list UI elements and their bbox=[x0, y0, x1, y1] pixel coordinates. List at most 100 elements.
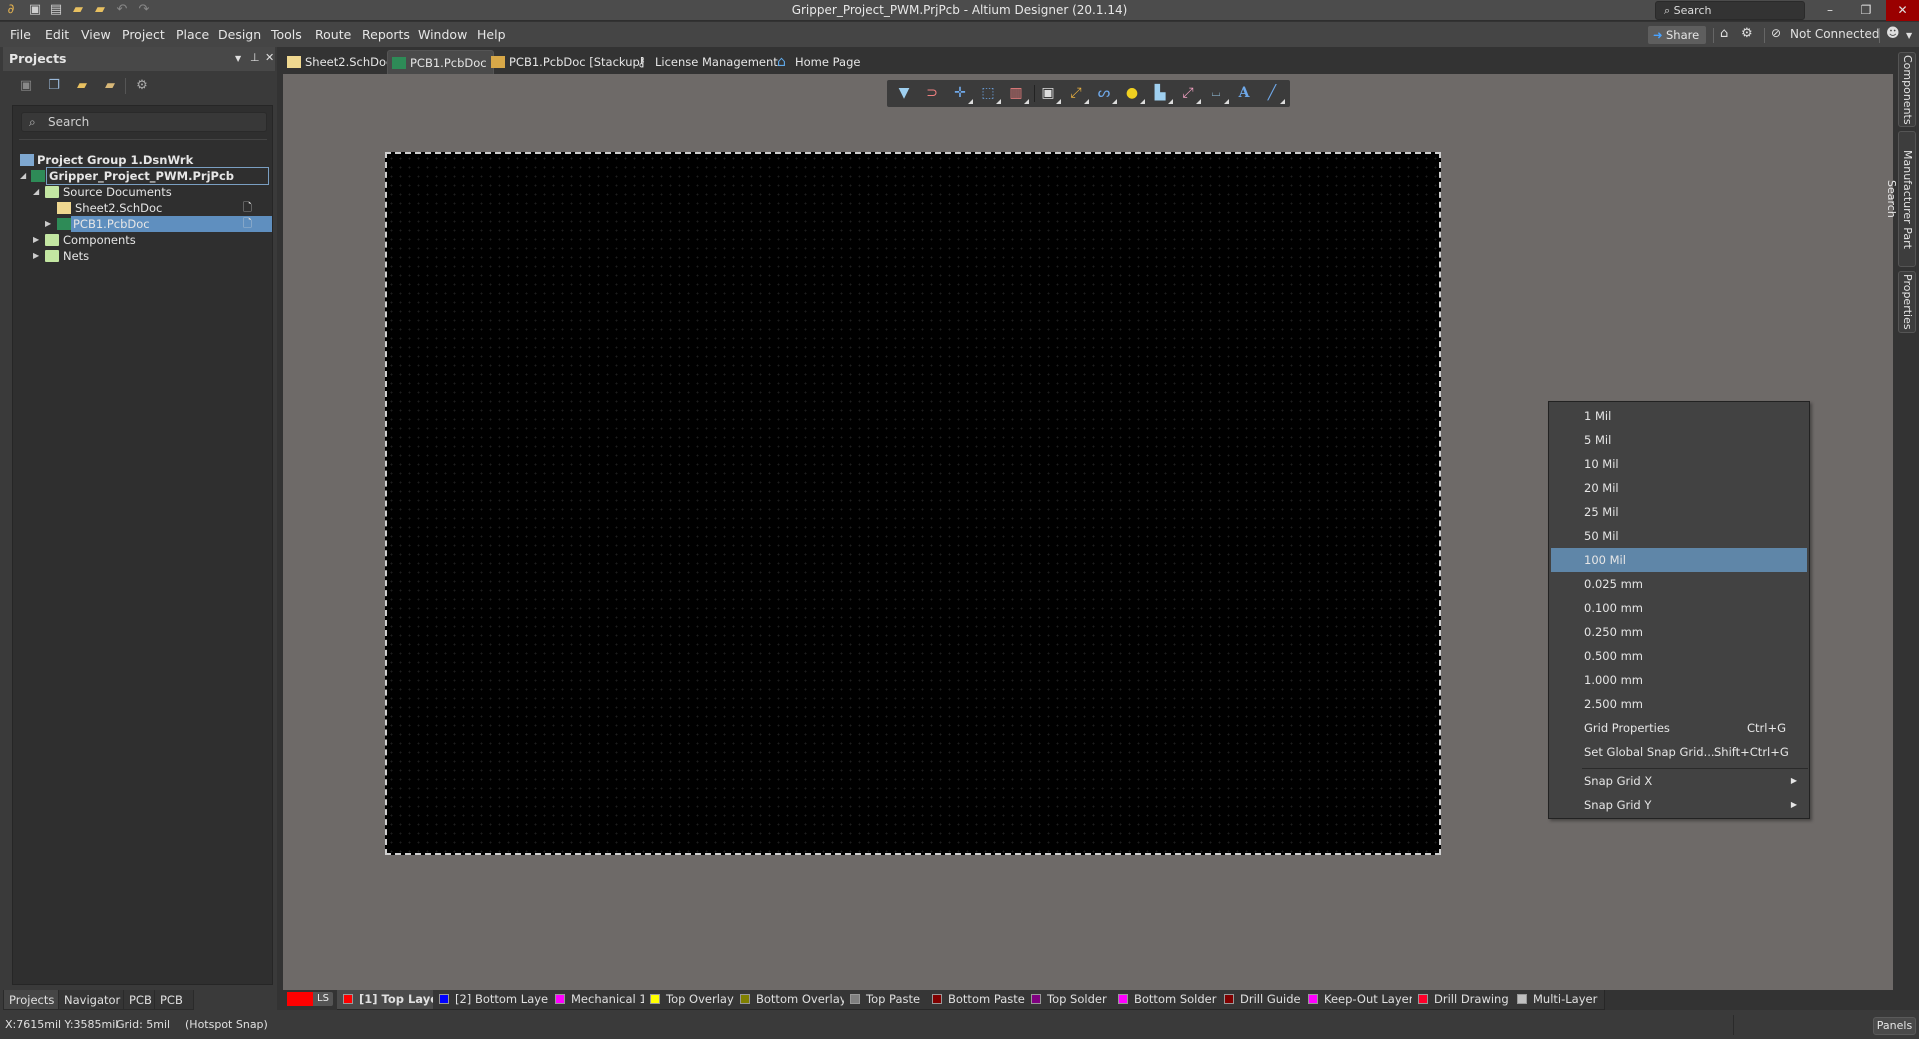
menu-item-snap-grid-x[interactable]: Snap Grid X ▶ bbox=[1551, 769, 1807, 793]
polygon-icon[interactable]: ▙ bbox=[1149, 83, 1173, 104]
menu-tools[interactable]: Tools bbox=[271, 27, 302, 42]
menu-file[interactable]: File bbox=[10, 27, 31, 42]
minimize-button[interactable]: – bbox=[1815, 0, 1845, 21]
menu-item-0-025-mm[interactable]: 0.025 mm bbox=[1551, 572, 1807, 596]
layer-tab-bottom-paste[interactable]: Bottom Paste bbox=[926, 990, 1033, 1010]
menu-place[interactable]: Place bbox=[176, 27, 209, 42]
interactive-routing-magnet-icon[interactable]: ⊃ bbox=[921, 83, 943, 103]
tab-navigator[interactable]: Navigator bbox=[58, 990, 127, 1010]
collapse-arrow-icon[interactable]: ◢ bbox=[33, 184, 39, 200]
layer-tab-top-overlay[interactable]: Top Overlay bbox=[644, 990, 742, 1010]
tab-sheet2-schdoc[interactable]: Sheet2.SchDoc bbox=[283, 50, 398, 74]
folder-settings-icon[interactable]: ▰ bbox=[102, 78, 118, 94]
layer-tab-top-paste[interactable]: Top Paste bbox=[844, 990, 929, 1010]
menu-item-1-mil[interactable]: 1 Mil bbox=[1551, 404, 1807, 428]
tab-manufacturer-part-search[interactable]: Manufacturer Part Search bbox=[1885, 131, 1916, 267]
tab-license-management[interactable]: ⚷ License Management bbox=[633, 50, 784, 74]
folder-search-icon[interactable]: ▰ bbox=[74, 78, 90, 94]
route-diff-pair-icon[interactable]: ⤢ bbox=[1177, 83, 1201, 104]
menu-item-25-mil[interactable]: 25 Mil bbox=[1551, 500, 1807, 524]
restore-button[interactable]: ❐ bbox=[1851, 0, 1881, 21]
menu-help[interactable]: Help bbox=[477, 27, 506, 42]
tab-properties[interactable]: Properties bbox=[1898, 271, 1916, 333]
global-search-input[interactable]: ⌕ Search bbox=[1655, 1, 1805, 20]
align-icon[interactable]: ▥ bbox=[1005, 83, 1029, 104]
layer-tab-top-solder[interactable]: Top Solder bbox=[1025, 990, 1115, 1010]
menu-item-1-000-mm[interactable]: 1.000 mm bbox=[1551, 668, 1807, 692]
connection-status[interactable]: Not Connected bbox=[1790, 27, 1879, 41]
pcb-board-outline[interactable] bbox=[385, 152, 1441, 855]
expand-arrow-icon[interactable]: ▶ bbox=[45, 216, 51, 232]
layer-tab-bottom-overlay[interactable]: Bottom Overlay bbox=[734, 990, 855, 1010]
menu-item-20-mil[interactable]: 20 Mil bbox=[1551, 476, 1807, 500]
layer-tab-mechanical-1[interactable]: Mechanical 1 bbox=[549, 990, 655, 1010]
gear-icon[interactable]: ⚙ bbox=[134, 78, 150, 94]
layer-set-button[interactable]: LS bbox=[313, 992, 333, 1006]
place-component-icon[interactable]: ▣ bbox=[1037, 83, 1061, 104]
menu-item-0-500-mm[interactable]: 0.500 mm bbox=[1551, 644, 1807, 668]
menu-reports[interactable]: Reports bbox=[362, 27, 410, 42]
menu-item-2-500-mm[interactable]: 2.500 mm bbox=[1551, 692, 1807, 716]
tree-item-source-documents[interactable]: ◢ Source Documents bbox=[15, 184, 272, 200]
tab-projects[interactable]: Projects bbox=[3, 990, 61, 1010]
menu-edit[interactable]: Edit bbox=[45, 27, 69, 42]
text-icon[interactable]: A bbox=[1233, 83, 1255, 103]
panels-button[interactable]: Panels bbox=[1873, 1017, 1916, 1035]
tree-item-components[interactable]: ▶ Components bbox=[15, 232, 272, 248]
share-button[interactable]: ➜ Share bbox=[1648, 26, 1706, 44]
dimension-icon[interactable]: ⌴ bbox=[1205, 83, 1229, 104]
tree-item-workspace[interactable]: Project Group 1.DsnWrk bbox=[15, 152, 272, 168]
copy-documents-icon[interactable]: ❐ bbox=[46, 78, 62, 94]
menu-window[interactable]: Window bbox=[418, 27, 467, 42]
line-icon[interactable]: ╱ bbox=[1261, 83, 1285, 104]
home-icon[interactable]: ⌂ bbox=[1720, 26, 1728, 41]
tab-components[interactable]: Components bbox=[1898, 52, 1916, 127]
layer-tab-2-bottom-layer[interactable]: [2] Bottom Layer bbox=[433, 990, 561, 1010]
menu-item-0-100-mm[interactable]: 0.100 mm bbox=[1551, 596, 1807, 620]
project-search-input[interactable]: ⌕ Search bbox=[21, 112, 267, 132]
layer-tab-bottom-solder[interactable]: Bottom Solder bbox=[1112, 990, 1225, 1010]
route-icon[interactable]: ⤢ bbox=[1065, 83, 1089, 104]
tab-pcb1-pcbdoc[interactable]: PCB1.PcbDoc bbox=[387, 50, 494, 74]
menu-item-50-mil[interactable]: 50 Mil bbox=[1551, 524, 1807, 548]
length-tune-icon[interactable]: ᔕ bbox=[1093, 83, 1117, 104]
collapse-arrow-icon[interactable]: ◢ bbox=[20, 168, 26, 184]
chevron-down-icon[interactable]: ▼ bbox=[1906, 31, 1912, 40]
layer-tab-keep-out-layer[interactable]: Keep-Out Layer bbox=[1302, 990, 1422, 1010]
menu-project[interactable]: Project bbox=[122, 27, 165, 42]
select-area-icon[interactable]: ⬚ bbox=[977, 83, 1001, 104]
close-panel-icon[interactable]: ✕ bbox=[265, 51, 274, 64]
tree-item-project[interactable]: ◢ Gripper_Project_PWM.PrjPcb bbox=[15, 167, 272, 185]
menu-item-100-mil[interactable]: 100 Mil bbox=[1551, 548, 1807, 572]
menu-route[interactable]: Route bbox=[315, 27, 351, 42]
menu-item-grid-properties[interactable]: Grid Properties Ctrl+G bbox=[1551, 716, 1807, 740]
filter-icon[interactable]: ▼ bbox=[893, 83, 915, 103]
gear-icon[interactable]: ⚙ bbox=[1741, 26, 1753, 41]
current-layer-color[interactable] bbox=[287, 992, 313, 1006]
expand-arrow-icon[interactable]: ▶ bbox=[33, 248, 39, 264]
menu-view[interactable]: View bbox=[81, 27, 111, 42]
panel-menu-icon[interactable]: ▼ bbox=[235, 54, 241, 63]
save-icon[interactable]: ▣ bbox=[18, 78, 34, 94]
tab-pcb1-stackup[interactable]: PCB1.PcbDoc [Stackup] bbox=[487, 50, 650, 74]
tab-pcb-filter[interactable]: PCB Filter bbox=[154, 990, 195, 1027]
cross-probe-icon[interactable]: ✛ bbox=[949, 83, 973, 104]
menu-design[interactable]: Design bbox=[218, 27, 261, 42]
tab-pcb[interactable]: PCB bbox=[123, 990, 158, 1010]
tab-home-page[interactable]: ⌂ Home Page bbox=[773, 50, 866, 74]
menu-item-5-mil[interactable]: 5 Mil bbox=[1551, 428, 1807, 452]
layer-tab-drill-drawing[interactable]: Drill Drawing bbox=[1412, 990, 1517, 1010]
tree-item-nets[interactable]: ▶ Nets bbox=[15, 248, 272, 264]
expand-arrow-icon[interactable]: ▶ bbox=[33, 232, 39, 248]
place-via-icon[interactable]: ● bbox=[1121, 83, 1145, 104]
menu-item-set-global-snap-grid[interactable]: Set Global Snap Grid... Shift+Ctrl+G bbox=[1551, 740, 1807, 764]
pin-icon[interactable]: ⊥ bbox=[250, 51, 260, 64]
close-button[interactable]: ✕ bbox=[1886, 0, 1919, 21]
tree-item-sheet2[interactable]: Sheet2.SchDoc 🗋 bbox=[15, 200, 272, 216]
menu-item-10-mil[interactable]: 10 Mil bbox=[1551, 452, 1807, 476]
layer-tab-drill-guide[interactable]: Drill Guide bbox=[1218, 990, 1309, 1010]
user-account-icon[interactable]: ☻ bbox=[1886, 26, 1900, 41]
layer-tab-multi-layer[interactable]: Multi-Layer bbox=[1511, 990, 1606, 1010]
menu-item-0-250-mm[interactable]: 0.250 mm bbox=[1551, 620, 1807, 644]
menu-item-snap-grid-y[interactable]: Snap Grid Y ▶ bbox=[1551, 793, 1807, 817]
